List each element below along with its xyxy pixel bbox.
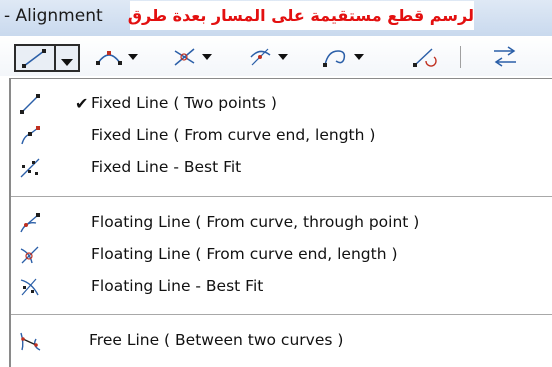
menu-item-floating-line-curve-end[interactable]: Floating Line ( From curve end, length ) [11, 239, 552, 271]
menu-separator [11, 314, 552, 315]
line-tool-icon [20, 47, 50, 73]
chevron-down-icon [202, 54, 212, 60]
line-edit-icon [413, 48, 437, 67]
chevron-down-icon [128, 54, 138, 60]
intersection-tool-icon [174, 48, 195, 66]
fixed-line-two-points-icon [18, 92, 42, 116]
title-bar: - Alignment لرسم قطع مستقيمة على المسار … [0, 0, 552, 36]
curve-tool-icon [250, 48, 271, 66]
menu-item-free-line-between-curves[interactable]: Free Line ( Between two curves ) [11, 325, 552, 357]
floating-line-through-point-icon [18, 211, 42, 235]
menu-item-label: Free Line ( Between two curves ) [89, 331, 344, 349]
menu-item-label: Floating Line ( From curve end, length ) [91, 245, 398, 263]
annotation-caption: لرسم قطع مستقيمة على المسار بعدة طرق [128, 1, 474, 30]
reverse-direction-icon [494, 46, 516, 67]
floating-line-curve-end-icon [18, 243, 42, 267]
intersection-tool-button[interactable] [172, 45, 222, 69]
chevron-down-icon [354, 54, 364, 60]
menu-separator [11, 196, 552, 197]
free-line-between-curves-icon [18, 329, 42, 353]
menu-item-label: Floating Line ( From curve, through poin… [91, 213, 420, 231]
line-tool-button[interactable] [14, 44, 80, 72]
split-divider [54, 46, 56, 70]
fixed-line-best-fit-icon [18, 156, 42, 180]
reverse-direction-button[interactable] [488, 45, 522, 69]
spiral-tool-button[interactable] [322, 45, 372, 69]
spiral-tool-icon [323, 50, 346, 67]
toolbar-separator [460, 46, 461, 68]
toolbar [0, 36, 552, 76]
line-edit-button[interactable] [412, 45, 440, 69]
menu-item-label: Fixed Line ( Two points ) [91, 94, 277, 112]
floating-line-best-fit-icon [18, 275, 42, 299]
menu-item-label: Fixed Line - Best Fit [91, 158, 242, 176]
curve-tool-button[interactable] [248, 45, 298, 69]
menu-item-label: Floating Line - Best Fit [91, 277, 264, 295]
menu-item-fixed-line-best-fit[interactable]: Fixed Line - Best Fit [11, 152, 552, 184]
menu-item-floating-line-best-fit[interactable]: Floating Line - Best Fit [11, 271, 552, 303]
menu-item-fixed-line-curve-end[interactable]: Fixed Line ( From curve end, length ) [11, 120, 552, 152]
window-title: - Alignment [4, 6, 103, 26]
menu-item-fixed-line-two-points[interactable]: ✔ Fixed Line ( Two points ) [11, 88, 552, 120]
chevron-down-icon[interactable] [60, 53, 74, 72]
arc-tool-button[interactable] [95, 45, 145, 69]
menu-item-label: Fixed Line ( From curve end, length ) [91, 126, 376, 144]
line-tool-dropdown-menu: ✔ Fixed Line ( Two points ) Fixed Line (… [9, 78, 552, 367]
checkmark-icon: ✔ [75, 94, 89, 113]
arc-tool-icon [96, 51, 122, 65]
fixed-line-curve-end-icon [18, 124, 42, 148]
chevron-down-icon [278, 54, 288, 60]
menu-item-floating-line-through-point[interactable]: Floating Line ( From curve, through poin… [11, 207, 552, 239]
